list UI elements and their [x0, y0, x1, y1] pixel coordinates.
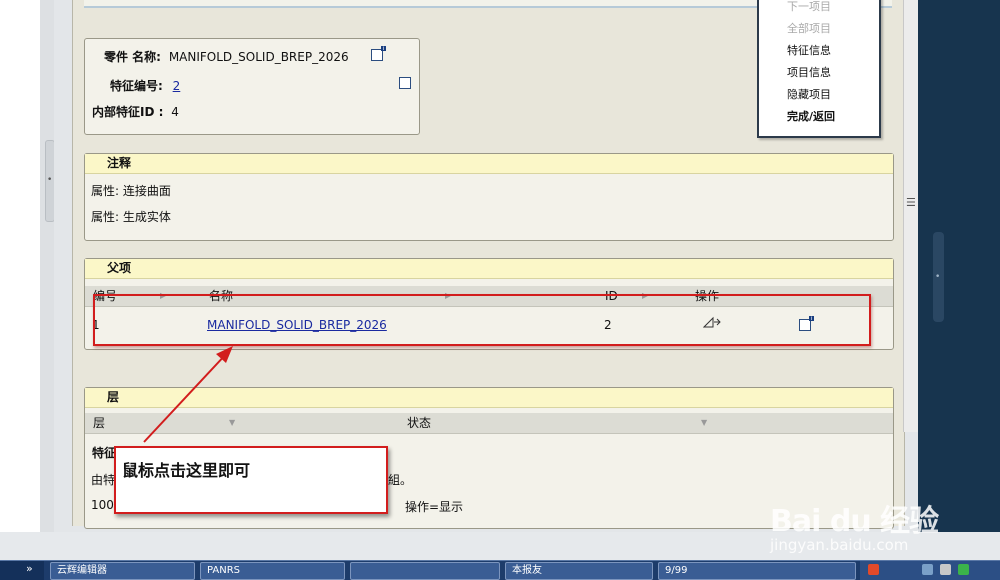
taskbar: » 云辉编辑器 PANRS 本报友 9/99	[0, 560, 1000, 580]
system-tray	[860, 561, 1000, 580]
start-button[interactable]: »	[0, 561, 44, 580]
tray-network-icon[interactable]	[922, 564, 933, 575]
baidu-watermark: Bai du 经验	[770, 504, 939, 539]
baidu-watermark-url: jingyan.baidu.com	[770, 536, 909, 554]
task-button[interactable]	[350, 562, 500, 580]
task-button[interactable]: 本报友	[505, 562, 653, 580]
tray-volume-icon[interactable]	[940, 564, 951, 575]
tray-app-icon[interactable]	[868, 564, 879, 575]
tray-security-icon[interactable]	[958, 564, 969, 575]
task-button[interactable]: PANRS	[200, 562, 345, 580]
task-button[interactable]: 9/99	[658, 562, 856, 580]
callout-text: 鼠标点击这里即可	[122, 461, 251, 480]
callout-box: 鼠标点击这里即可	[114, 446, 388, 514]
task-button[interactable]: 云辉编辑器	[50, 562, 195, 580]
